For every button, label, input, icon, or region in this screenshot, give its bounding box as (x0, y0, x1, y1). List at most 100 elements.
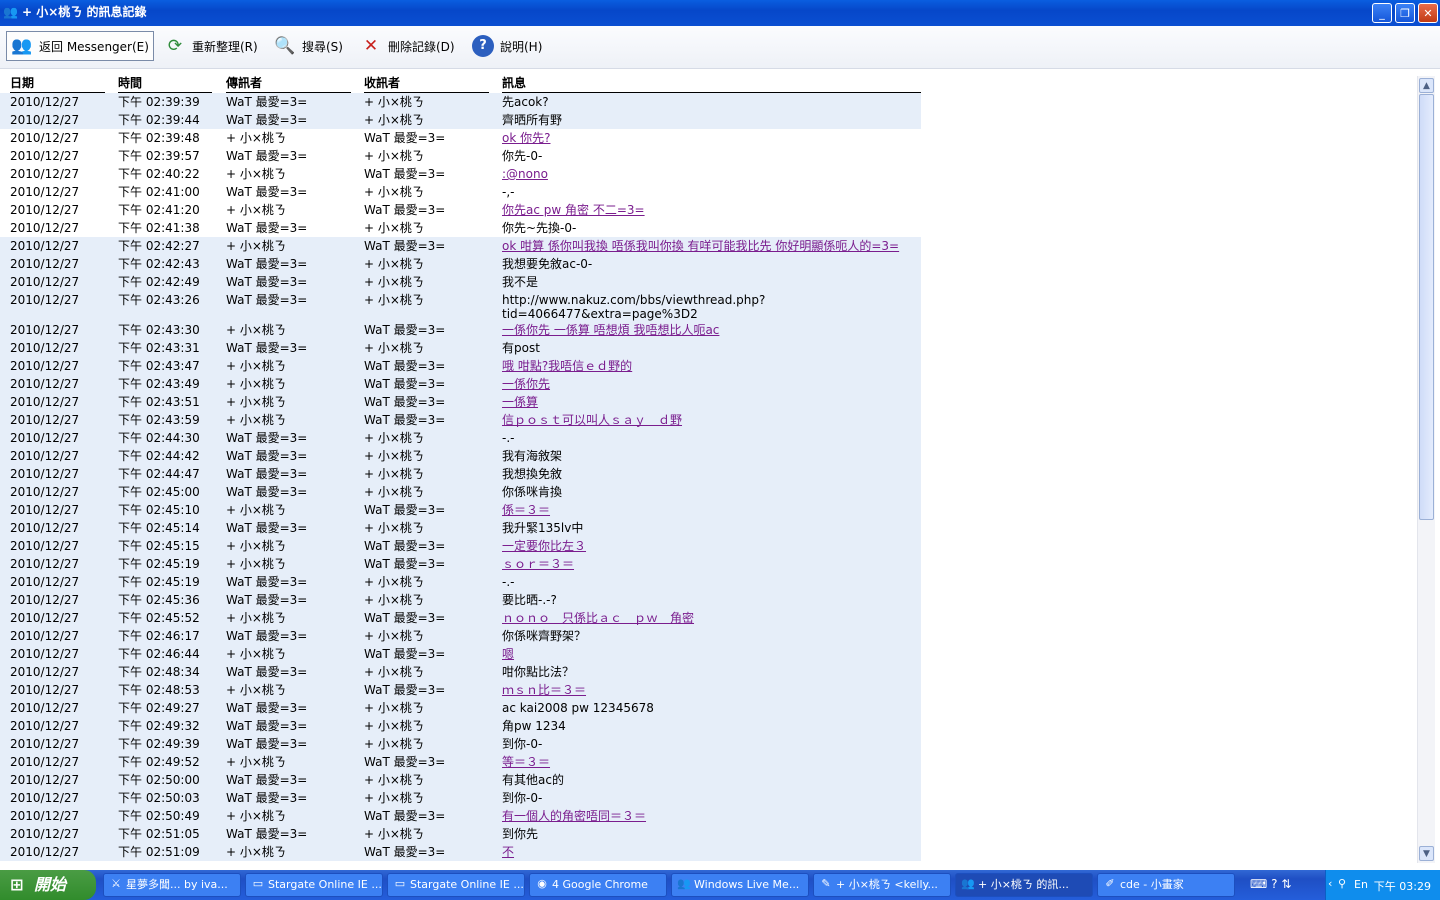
message-cell[interactable]: 不 (502, 843, 917, 859)
table-row[interactable]: 2010/12/27 下午 02:42:27 + 小×桃ㄋ WaT 最愛=3= ok 咁… (0, 237, 921, 255)
message-cell[interactable]: ok 你先? (502, 129, 917, 145)
table-row[interactable]: 2010/12/27 下午 02:45:19 WaT 最愛=3= + 小×桃ㄋ -.- (0, 573, 921, 591)
message-cell[interactable]: ｎｏｎｏ 只係比ａｃ ｐｗ 角密 (502, 609, 917, 625)
date-cell: 2010/12/27 (10, 575, 80, 589)
taskbar-item[interactable]: ▭ Stargate Online IE ... (245, 873, 383, 897)
table-row[interactable]: 2010/12/27 下午 02:41:00 WaT 最愛=3= + 小×桃ㄋ -,- (0, 183, 921, 201)
table-row[interactable]: 2010/12/27 下午 02:45:00 WaT 最愛=3= + 小×桃ㄋ 你係咪肯… (0, 483, 921, 501)
message-cell[interactable]: 一係你先 一係算 唔想煩 我唔想比人呃ac (502, 321, 917, 337)
refresh-button[interactable]: ⟳ 重新整理(R) (160, 31, 262, 61)
column-header-date[interactable]: 日期 (10, 75, 105, 93)
table-row[interactable]: 2010/12/27 下午 02:44:42 WaT 最愛=3= + 小×桃ㄋ 我有海敘… (0, 447, 921, 465)
table-row[interactable]: 2010/12/27 下午 02:45:36 WaT 最愛=3= + 小×桃ㄋ 要比晒-… (0, 591, 921, 609)
taskbar-item[interactable]: ⚔ 星夢多聞... by iva... (103, 873, 241, 897)
table-row[interactable]: 2010/12/27 下午 02:49:52 + 小×桃ㄋ WaT 最愛=3= 等＝３＝ (0, 753, 921, 771)
language-indicator[interactable]: En (1354, 878, 1368, 891)
table-row[interactable]: 2010/12/27 下午 02:49:32 WaT 最愛=3= + 小×桃ㄋ 角pw … (0, 717, 921, 735)
column-header-message[interactable]: 訊息 (502, 75, 921, 93)
message-cell[interactable]: 係＝３＝ (502, 501, 917, 517)
scroll-up-arrow-icon[interactable]: ▲ (1419, 78, 1434, 93)
help-button[interactable]: ? 說明(H) (468, 31, 546, 61)
message-cell[interactable]: :@nono (502, 165, 917, 181)
message-cell[interactable]: ｓｏｒ＝３＝ (502, 555, 917, 571)
table-row[interactable]: 2010/12/27 下午 02:48:53 + 小×桃ㄋ WaT 最愛=3= ｍｓｎ比… (0, 681, 921, 699)
table-row[interactable]: 2010/12/27 下午 02:44:30 WaT 最愛=3= + 小×桃ㄋ -.- (0, 429, 921, 447)
network-icon[interactable]: ⚲ (1338, 877, 1346, 890)
title-bar: 👥 + 小×桃ㄋ 的訊息記錄 _ ❐ ✕ (0, 0, 1440, 26)
date-cell: 2010/12/27 (10, 221, 80, 235)
message-cell[interactable]: ok 咁算 係你叫我換 唔係我叫你換 有咩可能我比先 你好明顯係呃人的=3= (502, 237, 917, 253)
close-button[interactable]: ✕ (1418, 3, 1438, 23)
message-cell[interactable]: 一係算 (502, 393, 917, 409)
taskbar-item[interactable]: 👥 Windows Live Me... (671, 873, 809, 897)
table-row[interactable]: 2010/12/27 下午 02:46:17 WaT 最愛=3= + 小×桃ㄋ 你係咪齊… (0, 627, 921, 645)
table-row[interactable]: 2010/12/27 下午 02:39:48 + 小×桃ㄋ WaT 最愛=3= ok 你… (0, 129, 921, 147)
message-cell[interactable]: 嗯 (502, 645, 917, 661)
table-row[interactable]: 2010/12/27 下午 02:49:27 WaT 最愛=3= + 小×桃ㄋ ac k… (0, 699, 921, 717)
message-cell[interactable]: ｍｓｎ比＝３＝ (502, 681, 917, 697)
table-row[interactable]: 2010/12/27 下午 02:43:26 WaT 最愛=3= + 小×桃ㄋ http… (0, 291, 921, 321)
taskbar-item[interactable]: ▭ Stargate Online IE ... (387, 873, 525, 897)
taskbar-item[interactable]: ✎ + 小×桃ㄋ <kelly... (813, 873, 951, 897)
table-row[interactable]: 2010/12/27 下午 02:43:31 WaT 最愛=3= + 小×桃ㄋ 有pos… (0, 339, 921, 357)
restore-button[interactable]: ❐ (1395, 3, 1415, 23)
table-row[interactable]: 2010/12/27 下午 02:50:03 WaT 最愛=3= + 小×桃ㄋ 到你-0… (0, 789, 921, 807)
table-row[interactable]: 2010/12/27 下午 02:45:10 + 小×桃ㄋ WaT 最愛=3= 係＝３＝ (0, 501, 921, 519)
delete-history-button[interactable]: ✕ 刪除記錄(D) (356, 31, 459, 61)
table-row[interactable]: 2010/12/27 下午 02:45:14 WaT 最愛=3= + 小×桃ㄋ 我升緊1… (0, 519, 921, 537)
table-row[interactable]: 2010/12/27 下午 02:39:39 WaT 最愛=3= + 小×桃ㄋ 先aco… (0, 93, 921, 111)
table-row[interactable]: 2010/12/27 下午 02:43:59 + 小×桃ㄋ WaT 最愛=3= 信ｐｏｓ… (0, 411, 921, 429)
message-cell[interactable]: 你先ac pw 角密 不二=3= (502, 201, 917, 217)
table-row[interactable]: 2010/12/27 下午 02:42:49 WaT 最愛=3= + 小×桃ㄋ 我不是 (0, 273, 921, 291)
table-row[interactable]: 2010/12/27 下午 02:45:19 + 小×桃ㄋ WaT 最愛=3= ｓｏｒ＝… (0, 555, 921, 573)
recipient-cell: + 小×桃ㄋ (364, 149, 424, 163)
scroll-thumb[interactable] (1419, 94, 1434, 520)
table-row[interactable]: 2010/12/27 下午 02:41:38 WaT 最愛=3= + 小×桃ㄋ 你先~先… (0, 219, 921, 237)
tray-arrow-icon[interactable]: ‹ (1328, 877, 1332, 890)
date-cell: 2010/12/27 (10, 377, 80, 391)
search-button[interactable]: 🔍 搜尋(S) (270, 31, 347, 61)
time-cell: 下午 02:51:09 (118, 845, 200, 859)
message-cell: -,- (502, 185, 515, 199)
table-row[interactable]: 2010/12/27 下午 02:43:51 + 小×桃ㄋ WaT 最愛=3= 一係算 (0, 393, 921, 411)
message-cell[interactable]: 等＝３＝ (502, 753, 917, 769)
clock[interactable]: 下午 03:29 (1374, 878, 1431, 894)
table-row[interactable]: 2010/12/27 下午 02:45:15 + 小×桃ㄋ WaT 最愛=3= 一定要你… (0, 537, 921, 555)
taskbar-item[interactable]: 👥 + 小×桃ㄋ 的訊... (955, 873, 1093, 897)
table-row[interactable]: 2010/12/27 下午 02:49:39 WaT 最愛=3= + 小×桃ㄋ 到你-0… (0, 735, 921, 753)
taskbar-item[interactable]: ✐ cde - 小畫家 (1097, 873, 1235, 897)
back-to-messenger-button[interactable]: 👥 返回 Messenger(E) (6, 31, 154, 61)
date-cell: 2010/12/27 (10, 755, 80, 769)
table-row[interactable]: 2010/12/27 下午 02:50:49 + 小×桃ㄋ WaT 最愛=3= 有一個人… (0, 807, 921, 825)
table-row[interactable]: 2010/12/27 下午 02:41:20 + 小×桃ㄋ WaT 最愛=3= 你先ac… (0, 201, 921, 219)
column-header-from[interactable]: 傳訊者 (226, 75, 351, 93)
table-row[interactable]: 2010/12/27 下午 02:42:43 WaT 最愛=3= + 小×桃ㄋ 我想要免… (0, 255, 921, 273)
table-row[interactable]: 2010/12/27 下午 02:50:00 WaT 最愛=3= + 小×桃ㄋ 有其他a… (0, 771, 921, 789)
message-cell[interactable]: 一係你先 (502, 375, 917, 391)
table-row[interactable]: 2010/12/27 下午 02:43:47 + 小×桃ㄋ WaT 最愛=3= 哦 咁點… (0, 357, 921, 375)
message-cell[interactable]: 一定要你比左３ (502, 537, 917, 553)
message-cell[interactable]: 信ｐｏｓｔ可以叫人ｓａｙ ｄ野 (502, 411, 917, 427)
table-row[interactable]: 2010/12/27 下午 02:43:30 + 小×桃ㄋ WaT 最愛=3= 一係你先… (0, 321, 921, 339)
table-row[interactable]: 2010/12/27 下午 02:39:44 WaT 最愛=3= + 小×桃ㄋ 齊晒所有… (0, 111, 921, 129)
table-row[interactable]: 2010/12/27 下午 02:40:22 + 小×桃ㄋ WaT 最愛=3=:@no… (0, 165, 921, 183)
scroll-down-arrow-icon[interactable]: ▼ (1419, 846, 1434, 861)
table-row[interactable]: 2010/12/27 下午 02:51:09 + 小×桃ㄋ WaT 最愛=3= 不 (0, 843, 921, 861)
message-cell[interactable]: 哦 咁點?我唔信ｅｄ野的 (502, 357, 917, 373)
table-row[interactable]: 2010/12/27 下午 02:43:49 + 小×桃ㄋ WaT 最愛=3= 一係你先 (0, 375, 921, 393)
message-cell[interactable]: 有一個人的角密唔同＝３＝ (502, 807, 917, 823)
column-header-time[interactable]: 時間 (118, 75, 212, 93)
table-row[interactable]: 2010/12/27 下午 02:48:34 WaT 最愛=3= + 小×桃ㄋ 咁你點比… (0, 663, 921, 681)
table-row[interactable]: 2010/12/27 下午 02:39:57 WaT 最愛=3= + 小×桃ㄋ 你先-0… (0, 147, 921, 165)
table-row[interactable]: 2010/12/27 下午 02:51:05 WaT 最愛=3= + 小×桃ㄋ 到你先 (0, 825, 921, 843)
column-header-to[interactable]: 收訊者 (364, 75, 489, 93)
table-row[interactable]: 2010/12/27 下午 02:45:52 + 小×桃ㄋ WaT 最愛=3= ｎｏｎｏ… (0, 609, 921, 627)
table-row[interactable]: 2010/12/27 下午 02:46:44 + 小×桃ㄋ WaT 最愛=3= 嗯 (0, 645, 921, 663)
minimize-button[interactable]: _ (1372, 3, 1392, 23)
vertical-scrollbar[interactable]: ▲ ▼ (1417, 76, 1435, 863)
start-button[interactable]: ⊞ 開始 (0, 870, 96, 900)
recipient-cell: + 小×桃ㄋ (364, 257, 424, 271)
taskbar-item[interactable]: ◉ 4 Google Chrome (529, 873, 667, 897)
start-label: 開始 (34, 875, 67, 894)
table-row[interactable]: 2010/12/27 下午 02:44:47 WaT 最愛=3= + 小×桃ㄋ 我想換免… (0, 465, 921, 483)
